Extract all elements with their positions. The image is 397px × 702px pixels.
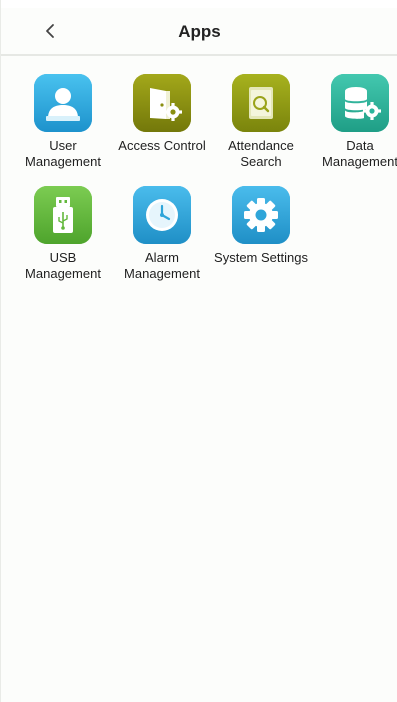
alarm-management-icon [133, 186, 191, 244]
attendance-search-icon [232, 74, 290, 132]
page-title: Apps [178, 22, 221, 41]
apps-screen: Apps User Management Access Control Atte… [0, 0, 397, 702]
app-label: System Settings [214, 250, 308, 265]
system-settings-icon [232, 186, 290, 244]
data-management-icon [331, 74, 389, 132]
usb-management-icon [34, 186, 92, 244]
status-strip [1, 0, 397, 8]
user-management-icon [34, 74, 92, 132]
app-label: Data Management [322, 138, 397, 169]
header-bar: Apps [1, 8, 397, 56]
access-control-icon [133, 74, 191, 132]
